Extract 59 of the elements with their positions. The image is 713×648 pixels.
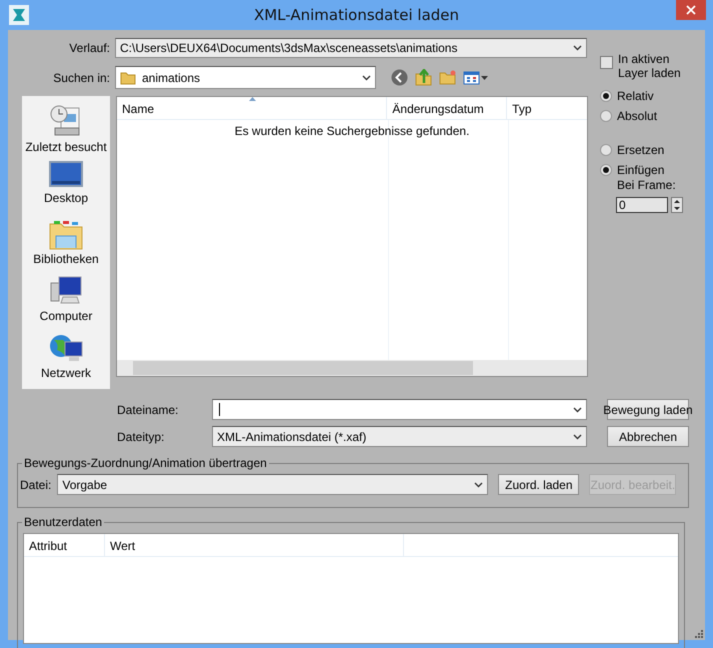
radio-label: Absolut xyxy=(617,109,658,123)
library-folder-icon xyxy=(49,218,83,250)
view-grid-icon xyxy=(463,70,489,84)
column-header[interactable]: Attribut xyxy=(24,534,105,556)
column-header[interactable]: Wert xyxy=(105,534,404,556)
close-button[interactable] xyxy=(676,0,706,20)
radio-button[interactable] xyxy=(600,164,612,176)
frame-label: Bei Frame: xyxy=(617,178,677,192)
up-folder-icon xyxy=(415,69,432,86)
network-globe-icon xyxy=(49,332,83,364)
checkbox-label: In aktiven Layer laden xyxy=(618,52,682,80)
radio-label: Ersetzen xyxy=(617,143,664,157)
new-folder-icon xyxy=(439,70,456,85)
preset-combo[interactable]: Vorgabe xyxy=(57,474,488,495)
frame-field[interactable]: 0 xyxy=(616,197,668,213)
radio-label: Relativ xyxy=(617,89,654,103)
empty-message: Es wurden keine Suchergebnisse gefunden. xyxy=(234,124,470,138)
file-name-combo[interactable] xyxy=(212,399,587,420)
radio-label: Einfügen xyxy=(617,163,664,177)
desktop-icon xyxy=(49,161,83,189)
chevron-icon xyxy=(474,482,484,488)
column-header[interactable]: Typ xyxy=(507,97,587,119)
place-item[interactable]: Netzwerk xyxy=(40,366,91,380)
column-header[interactable]: Änderungsdatum xyxy=(387,97,508,119)
place-item[interactable]: Bibliotheken xyxy=(33,252,99,266)
place-item[interactable]: Computer xyxy=(40,309,92,323)
folder-icon xyxy=(120,70,136,84)
resize-grip-icon xyxy=(693,628,703,638)
window-title: XML-Animationsdatei laden xyxy=(254,6,460,24)
group-title: Bewegungs-Zuordnung/Animation übertragen xyxy=(22,456,269,470)
chevron-icon xyxy=(362,74,371,80)
spinner[interactable] xyxy=(671,197,683,213)
file-label: Datei: xyxy=(20,478,52,492)
dialog-button[interactable]: Abbrechen xyxy=(607,426,689,447)
back-button[interactable] xyxy=(391,69,408,86)
radio-button[interactable] xyxy=(600,90,612,102)
mapping-button[interactable]: Zuord. laden xyxy=(498,474,580,495)
look-in-label: Suchen in: xyxy=(52,70,111,84)
chevron-icon xyxy=(573,45,582,51)
checkbox[interactable] xyxy=(600,56,613,69)
file-name-label: Dateiname: xyxy=(117,402,180,416)
chevron-icon xyxy=(573,434,582,440)
chevron-icon xyxy=(573,406,582,412)
file-type-label: Dateityp: xyxy=(117,430,166,444)
horizontal-scrollbar[interactable] xyxy=(117,360,587,376)
close-icon xyxy=(686,5,696,15)
history-combo[interactable]: C:\Users\DEUX64\Documents\3dsMax\sceneassets\animations xyxy=(115,38,587,58)
radio-button[interactable] xyxy=(600,110,612,122)
app-logo-icon xyxy=(9,5,29,25)
place-item[interactable]: Desktop xyxy=(44,191,88,205)
radio-button[interactable] xyxy=(600,144,612,156)
file-type-combo[interactable]: XML-Animationsdatei (*.xaf) xyxy=(212,426,587,447)
sort-arrow-icon xyxy=(249,97,256,101)
view-menu-button[interactable] xyxy=(463,70,489,84)
group-title: Benutzerdaten xyxy=(22,515,104,529)
spinner-arrows-icon xyxy=(672,198,682,212)
look-in-combo[interactable]: animations xyxy=(115,66,376,89)
history-label: Verlauf: xyxy=(68,41,111,55)
place-item[interactable]: Zuletzt besucht xyxy=(25,140,107,154)
